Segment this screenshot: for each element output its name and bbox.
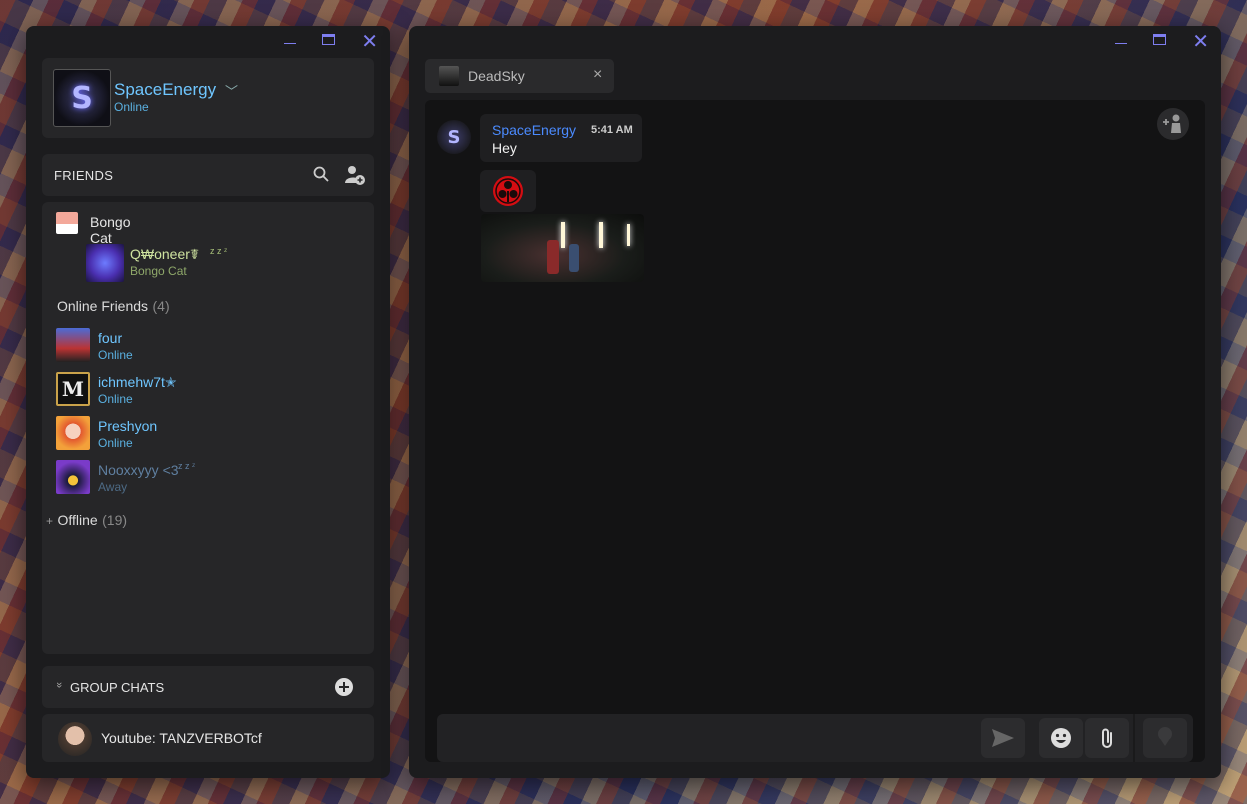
message-time: 5:41 AM — [591, 124, 633, 136]
friend-row[interactable]: Nooxxyyy <3 z z ᶻ Away — [56, 460, 356, 496]
emoji-icon — [1051, 728, 1071, 748]
profile-status: Online — [114, 100, 149, 114]
minimize-icon[interactable] — [1115, 34, 1128, 44]
friend-row[interactable]: four Online — [56, 328, 356, 364]
message-input[interactable] — [437, 714, 977, 762]
paperclip-icon — [1102, 728, 1112, 748]
friend-avatar — [86, 244, 124, 282]
add-group-chat-icon[interactable] — [334, 677, 354, 697]
add-participant-icon[interactable] — [1157, 108, 1189, 140]
friend-name: Preshyon — [98, 418, 158, 434]
close-icon[interactable]: ✕ — [361, 32, 378, 52]
friend-avatar — [56, 416, 90, 450]
send-icon — [992, 729, 1014, 747]
message-input-bar — [437, 714, 1193, 762]
friends-header: FRIENDS — [42, 154, 374, 196]
friend-avatar — [56, 460, 90, 494]
attach-button[interactable] — [1085, 718, 1129, 758]
profile-name[interactable]: SpaceEnergy — [114, 80, 216, 100]
friend-row[interactable]: M ichmehw7t✭ Online — [56, 372, 356, 408]
friend-status: Online — [98, 392, 133, 406]
friends-list: Bongo Cat Q₩oneer☤ z z ᶻ Bongo Cat Onlin… — [42, 202, 374, 654]
friend-name: ichmehw7t✭ — [98, 374, 177, 390]
window-controls: ✕ — [284, 32, 378, 52]
red-emblem-icon — [493, 176, 523, 206]
profile-avatar: S — [53, 69, 111, 127]
group-chat-avatar — [58, 722, 92, 756]
voice-button[interactable] — [1143, 718, 1187, 758]
maximize-icon[interactable] — [322, 34, 336, 45]
chat-window: ✕ DeadSky × S SpaceEnergy 5:41 AM Hey — [409, 26, 1221, 778]
offline-section-header[interactable]: + Offline (19) — [46, 512, 127, 530]
expand-icon: + — [46, 514, 54, 528]
friends-title: FRIENDS — [54, 168, 114, 183]
bongo-cat-avatar — [56, 212, 78, 234]
collapse-icon[interactable]: » — [53, 682, 65, 688]
add-friend-icon[interactable] — [344, 164, 366, 186]
profile-card[interactable]: S SpaceEnergy ﹀ Online — [42, 58, 374, 138]
online-section-header[interactable]: Online Friends (4) — [57, 298, 170, 316]
sleep-indicator: z z ᶻ — [178, 461, 196, 471]
emote-bubble — [480, 170, 536, 212]
tab-avatar — [439, 66, 459, 86]
friend-name: four — [98, 330, 123, 346]
group-chats-header: » GROUP CHATS — [42, 666, 374, 708]
group-chat-name: Youtube: TANZVERBOTcf — [101, 730, 262, 746]
group-chat-item[interactable]: Youtube: TANZVERBOTcf — [42, 714, 374, 762]
chat-tab[interactable]: DeadSky × — [425, 59, 614, 93]
minimize-icon[interactable] — [284, 34, 297, 44]
emoji-button[interactable] — [1039, 718, 1083, 758]
message-text: Hey — [492, 140, 517, 156]
sender-avatar: S — [437, 120, 471, 154]
maximize-icon[interactable] — [1153, 34, 1167, 45]
online-section-count: (4) — [152, 298, 170, 314]
friend-avatar: M — [56, 372, 90, 406]
group-chats-title: GROUP CHATS — [70, 680, 165, 695]
image-attachment[interactable] — [481, 214, 644, 282]
chat-area: S SpaceEnergy 5:41 AM Hey — [425, 100, 1205, 762]
friend-name: Nooxxyyy <3 — [98, 462, 179, 478]
online-section-label: Online Friends — [57, 298, 149, 314]
friends-window: ✕ S SpaceEnergy ﹀ Online FRIENDS Bongo C… — [26, 26, 390, 778]
close-icon[interactable]: ✕ — [1192, 32, 1209, 52]
microphone-icon — [1158, 727, 1172, 746]
message-bubble: SpaceEnergy 5:41 AM Hey — [480, 114, 642, 162]
group-label: Bongo Cat — [90, 214, 131, 246]
friend-name: Q₩oneer☤ — [130, 246, 200, 262]
friend-status: Online — [98, 436, 133, 450]
friend-subtitle: Bongo Cat — [130, 264, 187, 278]
tab-title: DeadSky — [468, 68, 525, 84]
search-icon[interactable] — [312, 165, 330, 183]
friend-row[interactable]: Preshyon Online — [56, 416, 356, 452]
friend-status: Away — [98, 480, 128, 494]
offline-section-count: (19) — [102, 512, 128, 528]
friend-avatar — [56, 328, 90, 362]
message-sender[interactable]: SpaceEnergy — [492, 122, 576, 138]
window-controls: ✕ — [1115, 32, 1209, 52]
send-button[interactable] — [981, 718, 1025, 758]
sleep-indicator: z z ᶻ — [210, 246, 228, 256]
friend-status: Online — [98, 348, 133, 362]
offline-section-label: Offline — [57, 512, 98, 528]
chevron-down-icon[interactable]: ﹀ — [225, 81, 238, 100]
favorite-member[interactable]: Q₩oneer☤ z z ᶻ Bongo Cat — [86, 244, 366, 284]
tab-close-icon[interactable]: × — [593, 66, 602, 84]
